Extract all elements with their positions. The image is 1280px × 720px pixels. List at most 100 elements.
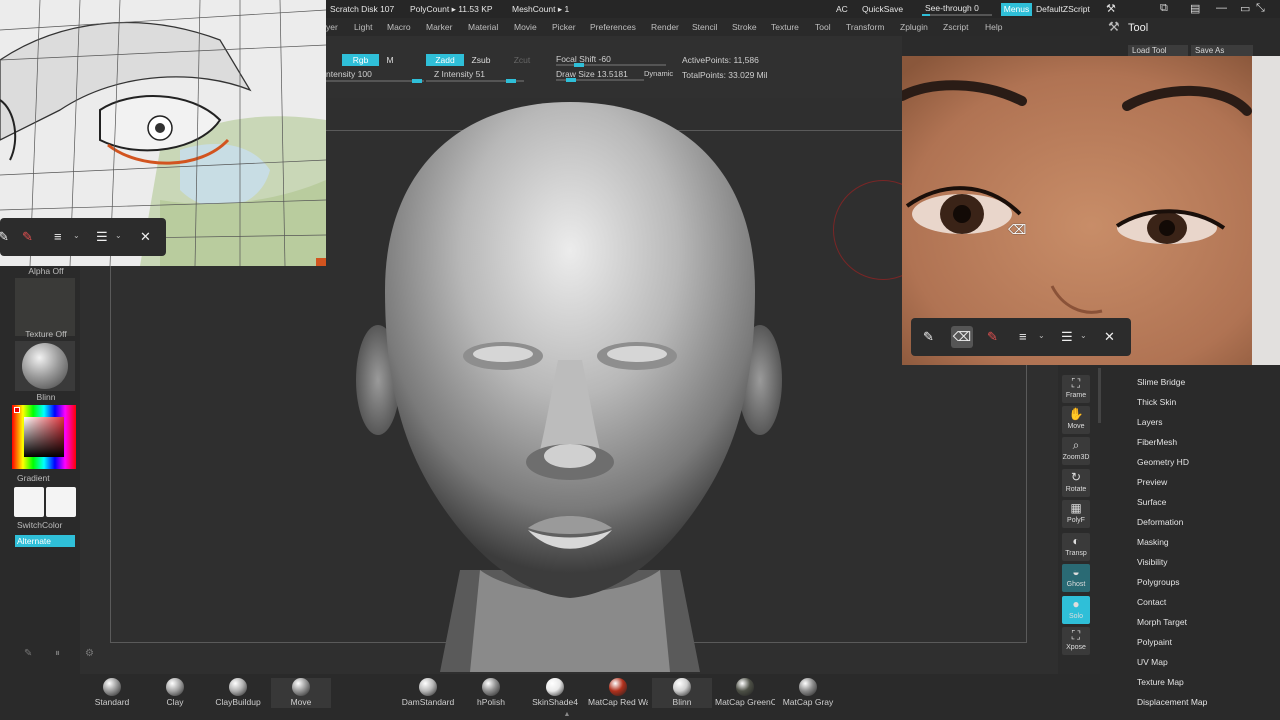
tool-subpalette-item[interactable]: Morph Target bbox=[1137, 617, 1187, 627]
layout-icon[interactable]: ⧉ bbox=[1160, 2, 1168, 15]
rgb-intensity-slider[interactable] bbox=[326, 79, 424, 83]
pause-icon[interactable]: ⏸ bbox=[55, 648, 60, 659]
minimize-icon[interactable]: — bbox=[1216, 2, 1227, 14]
tool-subpalette-item[interactable]: Visibility bbox=[1137, 557, 1168, 567]
material-slot[interactable] bbox=[15, 341, 75, 391]
tool-subpalette-item[interactable]: Layers bbox=[1137, 417, 1163, 427]
menu-layer[interactable]: yer bbox=[326, 22, 338, 32]
menu-stencil[interactable]: Stencil bbox=[692, 22, 718, 32]
color-picker-square[interactable] bbox=[24, 417, 64, 457]
brush-claybuildup[interactable]: ClayBuildup bbox=[208, 678, 268, 708]
menu-stroke[interactable]: Stroke bbox=[732, 22, 757, 32]
zsub-toggle[interactable]: Zsub bbox=[468, 54, 494, 66]
menu-marker[interactable]: Marker bbox=[426, 22, 452, 32]
settings-icon[interactable]: ⚙ bbox=[85, 648, 94, 659]
tool-subpalette-item[interactable]: Slime Bridge bbox=[1137, 377, 1185, 387]
chevron-down-icon[interactable]: ⌄ bbox=[1080, 331, 1087, 340]
color-hue-ring[interactable] bbox=[12, 405, 76, 469]
see-through-slider[interactable]: See-through 0 bbox=[922, 2, 992, 16]
material-skinshade4[interactable]: SkinShade4 bbox=[525, 678, 585, 708]
tool-subpalette-item[interactable]: Contact bbox=[1137, 597, 1166, 607]
menu-movie[interactable]: Movie bbox=[514, 22, 537, 32]
tool-subpalette-item[interactable]: Thick Skin bbox=[1137, 397, 1176, 407]
chevron-down-icon[interactable]: ⌄ bbox=[1038, 331, 1045, 340]
menu-render[interactable]: Render bbox=[651, 22, 679, 32]
focal-shift-slider[interactable] bbox=[556, 63, 666, 67]
alternate-button[interactable]: Alternate bbox=[15, 535, 75, 547]
tool-subpalette-item[interactable]: UV Map bbox=[1137, 657, 1168, 667]
default-zscript-button[interactable]: DefaultZScript bbox=[1036, 4, 1090, 14]
tool-panel-scrollbar[interactable] bbox=[1098, 368, 1101, 423]
xpose-button[interactable]: ⛶ Xpose bbox=[1062, 627, 1090, 655]
dock-icon[interactable]: ▤ bbox=[1190, 2, 1200, 15]
brush-clay[interactable]: Clay bbox=[145, 678, 205, 708]
menu-help[interactable]: Help bbox=[985, 22, 1002, 32]
menu-zscript[interactable]: Zscript bbox=[943, 22, 969, 32]
tool-subpalette-item[interactable]: Displacement Map bbox=[1137, 697, 1207, 707]
line-style-icon[interactable]: ☰ bbox=[1061, 329, 1073, 345]
brush-damstandard[interactable]: DamStandard bbox=[398, 678, 458, 708]
switch-color-button[interactable]: SwitchColor bbox=[17, 520, 62, 530]
zoom3d-button[interactable]: ⌕ Zoom3D bbox=[1062, 437, 1090, 465]
chevron-down-icon[interactable]: ⌄ bbox=[115, 231, 122, 240]
brush-hpolish[interactable]: hPolish bbox=[461, 678, 521, 708]
menu-transform[interactable]: Transform bbox=[846, 22, 884, 32]
main-color-swatch[interactable] bbox=[14, 487, 44, 517]
menu-light[interactable]: Light bbox=[354, 22, 372, 32]
brush-move[interactable]: Move bbox=[271, 678, 331, 708]
pen-icon[interactable]: ✎ bbox=[0, 229, 9, 245]
close-icon[interactable]: ✕ bbox=[140, 229, 151, 245]
brush-icon[interactable]: ⚒ bbox=[1106, 2, 1116, 15]
menus-button[interactable]: Menus bbox=[1001, 3, 1032, 16]
dynamic-toggle[interactable]: Dynamic bbox=[644, 69, 673, 78]
polyf-button[interactable]: ▦ PolyF bbox=[1062, 500, 1090, 528]
menu-zplugin[interactable]: Zplugin bbox=[900, 22, 928, 32]
draw-size-slider[interactable] bbox=[556, 78, 644, 82]
material-matcap-gray[interactable]: MatCap Gray bbox=[778, 678, 838, 708]
menu-preferences[interactable]: Preferences bbox=[590, 22, 636, 32]
tool-subpalette-item[interactable]: Surface bbox=[1137, 497, 1166, 507]
resize-icon[interactable]: ⤡ bbox=[1256, 2, 1265, 15]
z-intensity-slider[interactable] bbox=[426, 79, 524, 83]
zadd-toggle[interactable]: Zadd bbox=[426, 54, 464, 66]
solo-button[interactable]: ● Solo bbox=[1062, 596, 1090, 624]
frame-button[interactable]: ⛶ Frame bbox=[1062, 375, 1090, 403]
shelf-expand-icon[interactable]: ▲ bbox=[555, 711, 579, 718]
highlighter-icon[interactable]: ✎ bbox=[22, 229, 33, 245]
material-matcap-greenclay[interactable]: MatCap GreenC bbox=[715, 678, 775, 708]
brush-standard[interactable]: Standard bbox=[82, 678, 142, 708]
tool-subpalette-item[interactable]: Polypaint bbox=[1137, 637, 1172, 647]
rgb-toggle[interactable]: Rgb bbox=[342, 54, 379, 66]
move-button[interactable]: ✋ Move bbox=[1062, 406, 1090, 434]
ghost-button[interactable]: ◒ Ghost bbox=[1062, 564, 1090, 592]
line-weight-icon[interactable]: ≡ bbox=[1019, 329, 1027, 345]
rotate-button[interactable]: ↻ Rotate bbox=[1062, 469, 1090, 497]
menu-texture[interactable]: Texture bbox=[771, 22, 799, 32]
tool-subpalette-item[interactable]: Deformation bbox=[1137, 517, 1183, 527]
m-toggle[interactable]: M bbox=[382, 54, 398, 66]
tool-subpalette-item[interactable]: Geometry HD bbox=[1137, 457, 1189, 467]
pen-icon[interactable]: ✎ bbox=[923, 329, 934, 345]
quicksave-button[interactable]: QuickSave bbox=[862, 4, 903, 14]
eraser-icon[interactable]: ⌫ bbox=[951, 326, 973, 348]
tool-subpalette-item[interactable]: FiberMesh bbox=[1137, 437, 1177, 447]
tool-subpalette-item[interactable]: Preview bbox=[1137, 477, 1167, 487]
menu-macro[interactable]: Macro bbox=[387, 22, 411, 32]
menu-picker[interactable]: Picker bbox=[552, 22, 576, 32]
texture-slot[interactable] bbox=[15, 278, 75, 336]
tool-subpalette-item[interactable]: Texture Map bbox=[1137, 677, 1184, 687]
chevron-down-icon[interactable]: ⌄ bbox=[73, 231, 80, 240]
edit-icon[interactable]: ✎ bbox=[24, 648, 32, 659]
line-style-icon[interactable]: ☰ bbox=[96, 229, 108, 245]
sculpted-head-model[interactable] bbox=[340, 100, 800, 672]
maximize-icon[interactable]: ▭ bbox=[1240, 2, 1250, 15]
tool-subpalette-item[interactable]: Polygroups bbox=[1137, 577, 1180, 587]
zcut-toggle[interactable]: Zcut bbox=[510, 54, 534, 66]
menu-tool[interactable]: Tool bbox=[815, 22, 831, 32]
transp-button[interactable]: ◐ Transp bbox=[1062, 533, 1090, 561]
material-matcap-red-wax[interactable]: MatCap Red Wa bbox=[588, 678, 648, 708]
line-weight-icon[interactable]: ≡ bbox=[54, 229, 62, 245]
menu-material[interactable]: Material bbox=[468, 22, 498, 32]
tool-subpalette-item[interactable]: Masking bbox=[1137, 537, 1169, 547]
highlighter-icon[interactable]: ✎ bbox=[987, 329, 998, 345]
